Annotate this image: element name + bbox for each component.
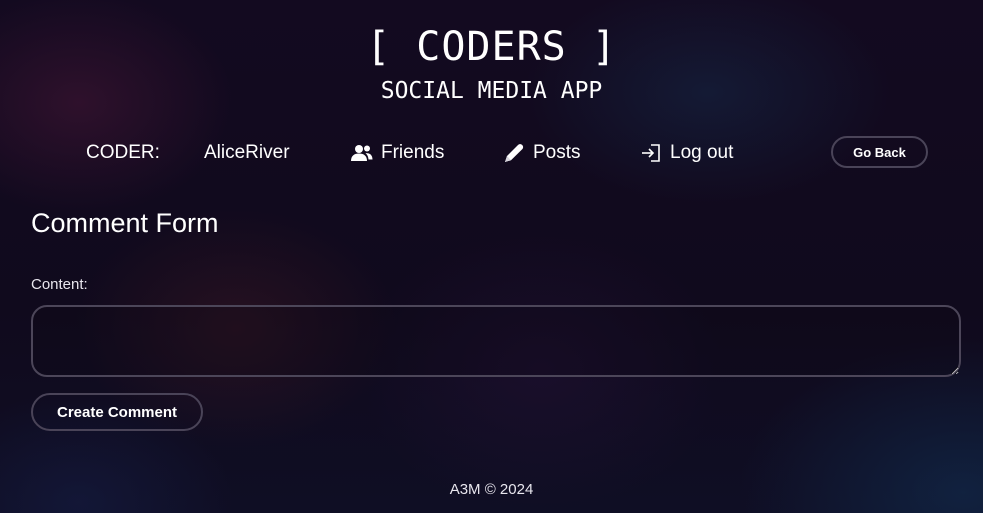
users-icon [351,143,373,163]
nav-friends-label: Friends [381,142,445,163]
nav-posts-link[interactable]: Posts [503,141,581,165]
nav-logout-label: Log out [670,142,734,163]
username-link[interactable]: AliceRiver [204,141,290,165]
nav-posts-label: Posts [533,142,581,163]
brand-title: [ CODERS ] [366,24,617,70]
pencil-icon [503,143,525,163]
nav-friends-link[interactable]: Friends [351,141,444,165]
app-header: [ CODERS ] SOCIAL MEDIA APP [0,24,983,106]
brand-subtitle: SOCIAL MEDIA APP [380,78,603,104]
footer-copyright: A3M © 2024 [449,481,534,498]
content-textarea[interactable] [31,305,961,377]
main-nav: CODER: AliceRiver Friends Posts Log out … [0,136,983,170]
sign-in-icon [640,143,662,163]
coder-label: CODER: [86,142,160,163]
create-comment-button[interactable]: Create Comment [31,393,203,431]
form-title: Comment Form [31,208,219,238]
go-back-button[interactable]: Go Back [831,136,928,168]
content-label: Content: [31,276,88,293]
nav-logout-link[interactable]: Log out [640,141,733,165]
